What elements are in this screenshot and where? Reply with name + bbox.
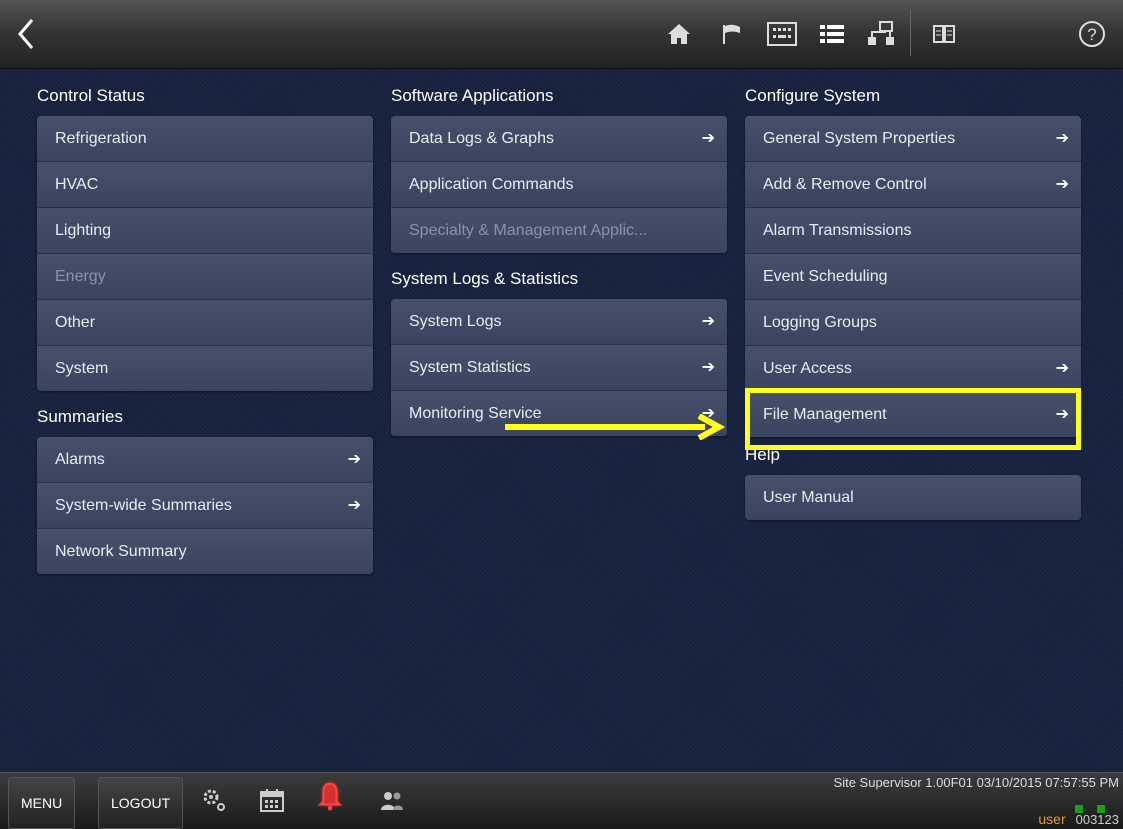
menu-item-energy: Energy bbox=[37, 254, 373, 300]
help-group: User Manual bbox=[745, 475, 1081, 520]
network-icon[interactable] bbox=[866, 20, 896, 48]
software-applications-group: Data Logs & Graphs ➔ Application Commands… bbox=[391, 116, 727, 253]
arrow-right-icon: ➔ bbox=[347, 497, 361, 514]
item-label: HVAC bbox=[55, 176, 99, 193]
menu-item-data-logs-graphs[interactable]: Data Logs & Graphs ➔ bbox=[391, 116, 727, 162]
menu-item-add-remove-control[interactable]: Add & Remove Control ➔ bbox=[745, 162, 1081, 208]
section-title-system-logs: System Logs & Statistics bbox=[391, 269, 579, 288]
summaries-group: Alarms ➔ System-wide Summaries ➔ Network S… bbox=[37, 437, 373, 574]
menu-item-system-statistics[interactable]: System Statistics ➔ bbox=[391, 345, 727, 391]
menu-item-alarm-transmissions[interactable]: Alarm Transmissions bbox=[745, 208, 1081, 254]
logout-button[interactable]: LOGOUT bbox=[98, 777, 184, 829]
menu-item-file-management[interactable]: File Management ➔ bbox=[745, 392, 1081, 437]
book-icon[interactable] bbox=[929, 20, 959, 48]
item-label: File Management bbox=[763, 406, 887, 423]
item-label: Alarms bbox=[55, 451, 105, 468]
menu-item-application-commands[interactable]: Application Commands bbox=[391, 162, 727, 208]
menu-item-alarms[interactable]: Alarms ➔ bbox=[37, 437, 373, 483]
site-code: 003123 bbox=[1075, 812, 1119, 827]
item-label: Lighting bbox=[55, 222, 112, 239]
item-label: System bbox=[55, 360, 109, 377]
keypad-icon[interactable] bbox=[767, 20, 797, 48]
users-icon[interactable] bbox=[378, 785, 406, 815]
item-label: User Manual bbox=[763, 489, 854, 506]
section-title-configure-system: Configure System bbox=[745, 86, 881, 105]
arrow-right-icon: ➔ bbox=[701, 130, 715, 147]
menu-item-user-access[interactable]: User Access ➔ bbox=[745, 346, 1081, 392]
item-label: System-wide Summaries bbox=[55, 497, 232, 514]
item-label: Event Scheduling bbox=[763, 268, 888, 285]
version-text: Site Supervisor 1.00F01 03/10/2015 07:57… bbox=[833, 775, 1119, 790]
bottom-toolbar: MENU LOGOUT Site Supervisor 1.00F01 03/1… bbox=[0, 772, 1123, 829]
section-title-control-status: Control Status bbox=[37, 86, 145, 105]
home-icon[interactable] bbox=[664, 20, 694, 48]
menu-item-system[interactable]: System bbox=[37, 346, 373, 391]
menu-item-general-system-properties[interactable]: General System Properties ➔ bbox=[745, 116, 1081, 162]
gear-icon[interactable] bbox=[200, 785, 228, 815]
control-status-group: Refrigeration HVAC Lighting Energy Other… bbox=[37, 116, 373, 391]
item-label: User Access bbox=[763, 360, 852, 377]
menu-item-system-logs[interactable]: System Logs ➔ bbox=[391, 299, 727, 345]
item-label: General System Properties bbox=[763, 130, 956, 147]
menu-button[interactable]: MENU bbox=[8, 777, 76, 829]
item-label: System Statistics bbox=[409, 359, 531, 376]
arrow-right-icon: ➔ bbox=[1055, 176, 1069, 193]
column-right: Configure System General System Properti… bbox=[745, 84, 1081, 520]
toolbar-separator bbox=[910, 10, 911, 56]
back-icon[interactable] bbox=[10, 14, 42, 54]
menu-item-specialty-management: Specialty & Management Applic... bbox=[391, 208, 727, 253]
flag-icon[interactable] bbox=[717, 20, 747, 48]
menu-item-user-manual[interactable]: User Manual bbox=[745, 475, 1081, 520]
configure-system-group: General System Properties ➔ Add & Remove … bbox=[745, 116, 1081, 437]
item-label: Refrigeration bbox=[55, 130, 147, 147]
arrow-right-icon: ➔ bbox=[1055, 130, 1069, 147]
top-toolbar: ? bbox=[0, 0, 1123, 69]
arrow-right-icon: ➔ bbox=[1055, 360, 1069, 377]
column-middle: Software Applications Data Logs & Graphs… bbox=[391, 84, 727, 436]
arrow-right-icon: ➔ bbox=[347, 451, 361, 468]
arrow-right-icon: ➔ bbox=[701, 313, 715, 330]
item-label: System Logs bbox=[409, 313, 502, 330]
arrow-right-icon: ➔ bbox=[1055, 406, 1069, 423]
menu-item-network-summary[interactable]: Network Summary bbox=[37, 529, 373, 574]
section-title-help: Help bbox=[745, 445, 780, 464]
menu-item-system-wide-summaries[interactable]: System-wide Summaries ➔ bbox=[37, 483, 373, 529]
calendar-icon[interactable] bbox=[258, 785, 286, 815]
item-label: Application Commands bbox=[409, 176, 574, 193]
alarm-bell-icon[interactable] bbox=[316, 781, 344, 811]
menu-item-logging-groups[interactable]: Logging Groups bbox=[745, 300, 1081, 346]
arrow-right-icon: ➔ bbox=[701, 359, 715, 376]
item-label: Energy bbox=[55, 268, 106, 285]
list-icon[interactable] bbox=[817, 20, 847, 48]
column-left: Control Status Refrigeration HVAC Lighti… bbox=[37, 84, 373, 574]
username-label[interactable]: user bbox=[1038, 811, 1065, 827]
annotation-arrow-icon bbox=[505, 413, 727, 445]
item-label: Specialty & Management Applic... bbox=[409, 222, 648, 239]
section-title-software-applications: Software Applications bbox=[391, 86, 554, 105]
item-label: Add & Remove Control bbox=[763, 176, 927, 193]
menu-item-other[interactable]: Other bbox=[37, 300, 373, 346]
item-label: Alarm Transmissions bbox=[763, 222, 912, 239]
item-label: Logging Groups bbox=[763, 314, 877, 331]
menu-item-hvac[interactable]: HVAC bbox=[37, 162, 373, 208]
menu-item-event-scheduling[interactable]: Event Scheduling bbox=[745, 254, 1081, 300]
help-icon[interactable]: ? bbox=[1077, 20, 1107, 48]
item-label: Data Logs & Graphs bbox=[409, 130, 554, 147]
section-title-summaries: Summaries bbox=[37, 407, 123, 426]
item-label: Network Summary bbox=[55, 543, 187, 560]
user-status: user 003123 bbox=[1038, 811, 1119, 827]
svg-text:?: ? bbox=[1087, 25, 1096, 44]
menu-item-refrigeration[interactable]: Refrigeration bbox=[37, 116, 373, 162]
menu-item-lighting[interactable]: Lighting bbox=[37, 208, 373, 254]
item-label: Other bbox=[55, 314, 96, 331]
